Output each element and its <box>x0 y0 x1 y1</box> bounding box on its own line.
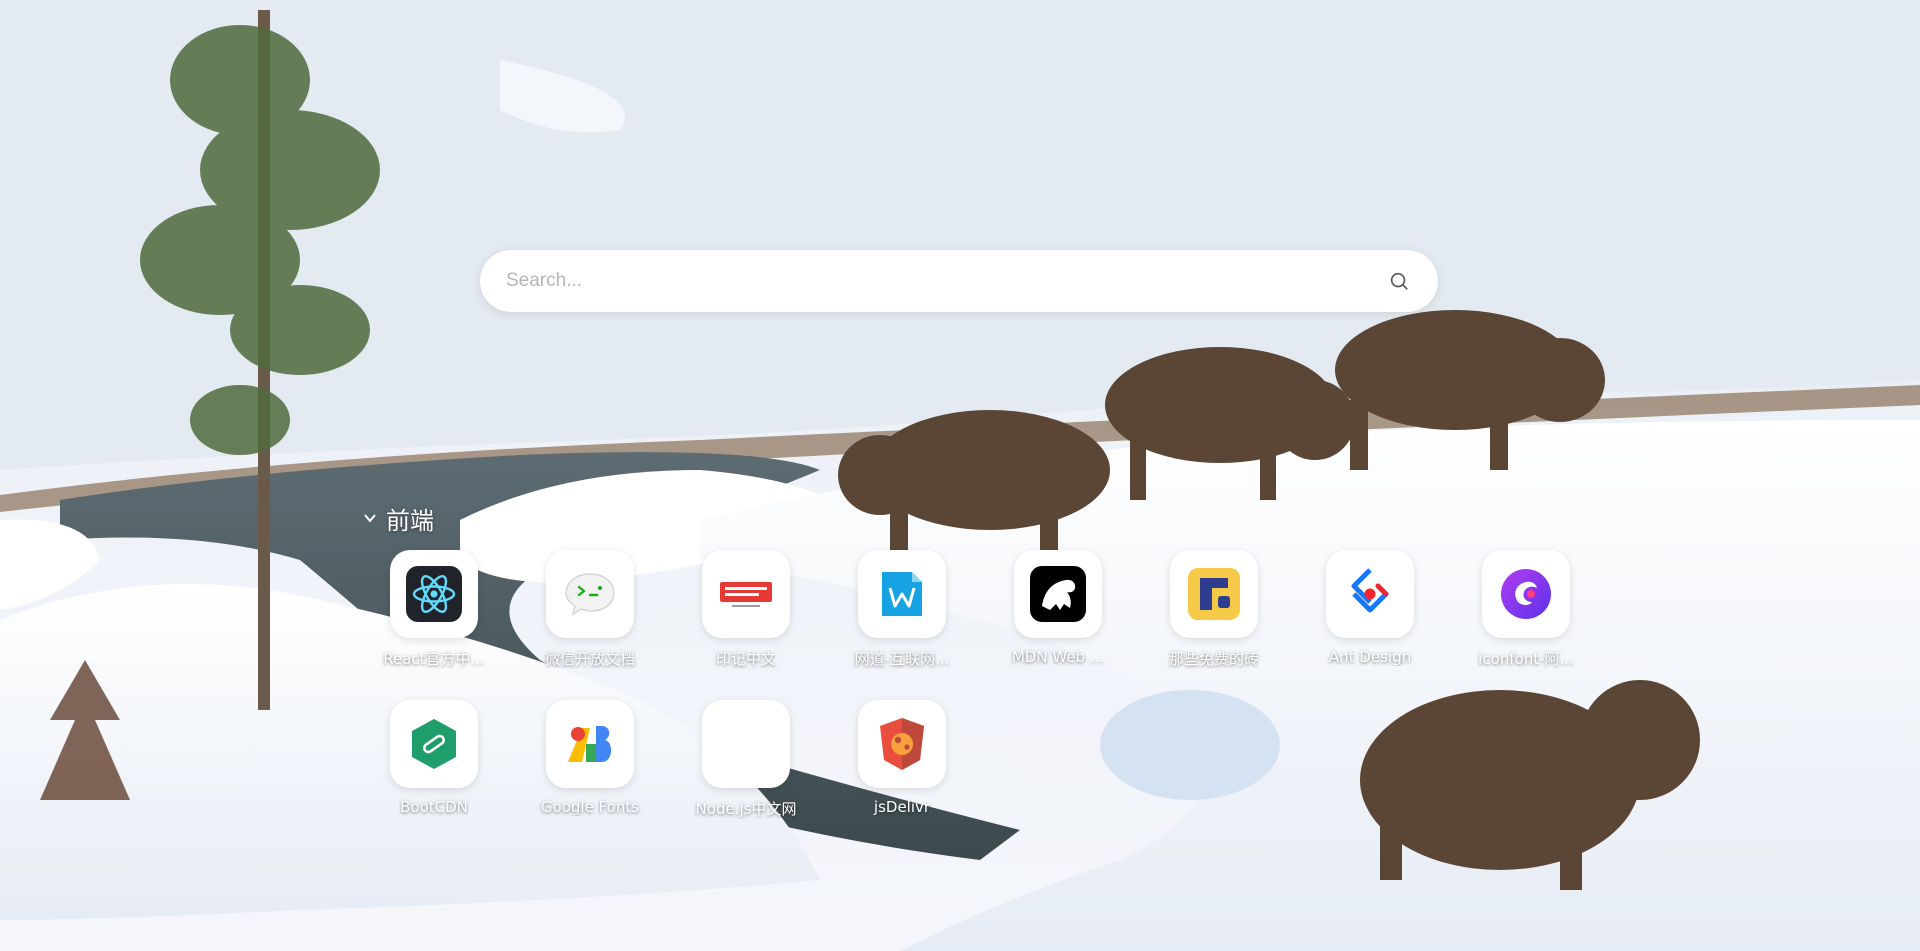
bootcdn-icon <box>412 719 456 769</box>
wechat-devtools-icon <box>565 573 615 616</box>
shortcut-tile <box>1014 550 1102 638</box>
shortcut-mdn[interactable]: MDN Web ... <box>980 550 1136 700</box>
shortcut-label: iconfont-阿... <box>1478 650 1574 668</box>
shortcut-free-bricks[interactable]: 那些免费的砖 <box>1136 550 1292 700</box>
shortcut-grid: React官方中... 微信开放文档 印记中文 网道-互联网... MDN We… <box>356 550 1616 850</box>
shortcut-tile <box>1482 550 1570 638</box>
react-icon <box>406 566 462 622</box>
chevron-down-icon <box>364 514 376 523</box>
shortcut-react[interactable]: React官方中... <box>356 550 512 700</box>
shortcut-ant-design[interactable]: Ant Design <box>1292 550 1448 700</box>
iconfont-icon <box>1501 569 1551 619</box>
shortcut-label: 印记中文 <box>715 650 776 668</box>
shortcut-tile <box>546 700 634 788</box>
nodejs-icon <box>716 714 776 774</box>
shortcut-tile <box>702 550 790 638</box>
shortcut-jsdelivr[interactable]: jsDelivr <box>824 700 980 850</box>
shortcut-label: jsDelivr <box>873 798 931 816</box>
shortcut-nodejs[interactable]: Node.js中文网 <box>668 700 824 850</box>
shortcut-label: Google Fonts <box>540 798 640 816</box>
group-title: 前端 <box>386 506 434 535</box>
shortcut-label: Node.js中文网 <box>695 800 797 818</box>
shortcut-label: BootCDN <box>400 798 468 816</box>
shortcut-label: 微信开放文档 <box>544 650 635 668</box>
shortcut-label: Ant Design <box>1328 648 1412 666</box>
shortcut-bootcdn[interactable]: BootCDN <box>356 700 512 850</box>
shortcut-wechat-docs[interactable]: 微信开放文档 <box>512 550 668 700</box>
shortcut-iconfont[interactable]: iconfont-阿... <box>1448 550 1604 700</box>
free-bricks-icon <box>1188 568 1240 620</box>
new-tab-page: 前端 React官方中... <box>0 0 1920 951</box>
shortcut-label: 那些免费的砖 <box>1168 650 1259 668</box>
mdn-icon <box>1030 566 1086 622</box>
shortcut-tile <box>390 550 478 638</box>
shortcut-tile <box>858 550 946 638</box>
shortcut-tile <box>546 550 634 638</box>
shortcut-label: React官方中... <box>383 650 485 668</box>
docschina-icon <box>720 582 772 607</box>
search-input[interactable] <box>504 269 1384 293</box>
search-bar <box>480 250 1438 312</box>
group-header[interactable]: 前端 <box>362 500 434 536</box>
shortcut-label: MDN Web ... <box>1011 648 1105 666</box>
wangdoc-icon <box>882 572 922 616</box>
shortcut-tile <box>858 700 946 788</box>
shortcut-label: 网道-互联网... <box>854 650 950 668</box>
search-icon[interactable] <box>1384 266 1414 296</box>
ant-design-icon <box>1351 568 1389 613</box>
jsdelivr-icon <box>880 718 924 770</box>
shortcut-tile <box>1326 550 1414 638</box>
shortcut-tile <box>702 700 790 788</box>
google-fonts-icon <box>568 726 612 762</box>
shortcut-tile <box>390 700 478 788</box>
shortcut-google-fonts[interactable]: Google Fonts <box>512 700 668 850</box>
shortcut-tile <box>1170 550 1258 638</box>
shortcut-wangdoc[interactable]: 网道-互联网... <box>824 550 980 700</box>
shortcut-docschina[interactable]: 印记中文 <box>668 550 824 700</box>
